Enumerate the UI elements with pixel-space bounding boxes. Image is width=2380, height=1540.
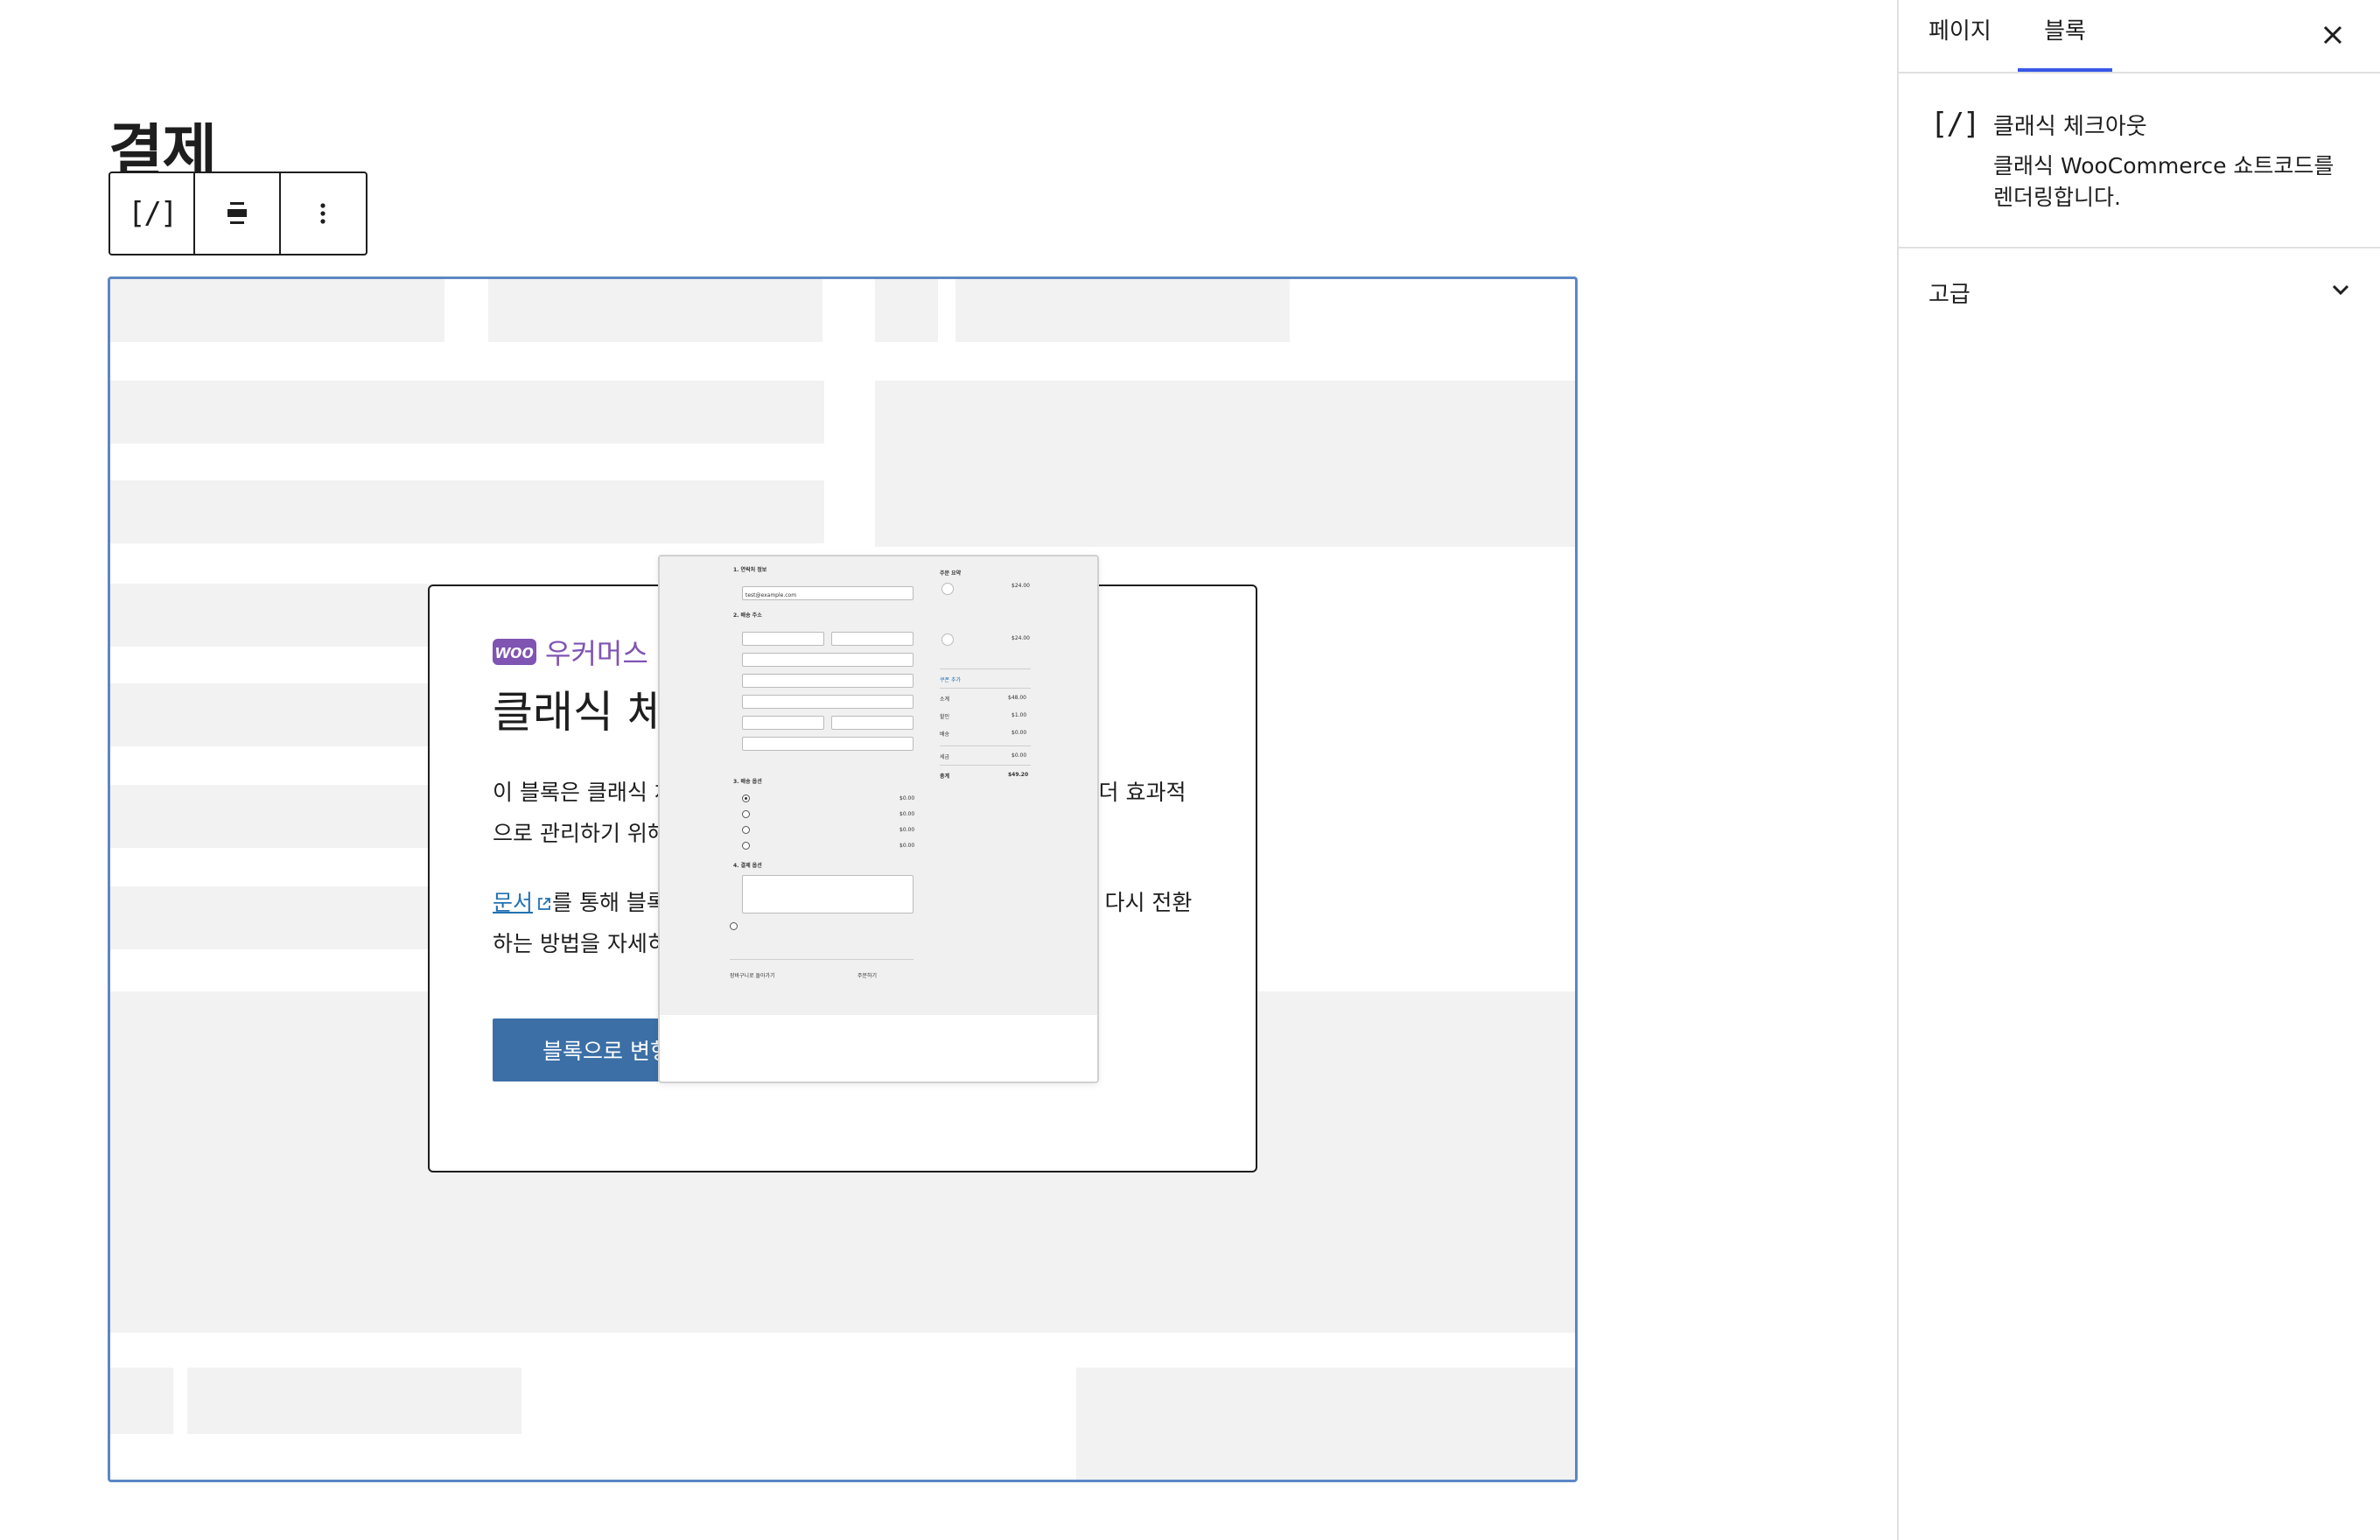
preview-shipping-value: $0.00 bbox=[1012, 730, 1027, 736]
docs-link[interactable]: 문서 bbox=[493, 890, 552, 915]
skeleton-bar bbox=[110, 1368, 173, 1434]
preview-field bbox=[831, 632, 914, 646]
preview-field bbox=[742, 653, 914, 667]
page-title[interactable]: 결제 bbox=[108, 122, 216, 173]
preview-total-label: 총계 bbox=[940, 774, 950, 780]
preview-field bbox=[742, 674, 914, 688]
preview-subtotal-value: $48.00 bbox=[1008, 695, 1026, 701]
preview-section-heading: 1. 연락처 정보 bbox=[733, 567, 767, 573]
preview-radio bbox=[730, 922, 738, 930]
skeleton-bar bbox=[956, 279, 1290, 342]
sidebar-tabs: 페이지 블록 bbox=[1899, 0, 2380, 74]
preview-divider bbox=[940, 688, 1031, 689]
chevron-down-icon bbox=[2332, 284, 2349, 296]
preview-option-price: $0.00 bbox=[900, 827, 915, 833]
preview-payment-box bbox=[742, 875, 914, 914]
preview-radio bbox=[742, 826, 750, 834]
advanced-panel-title: 고급 bbox=[1928, 282, 1970, 308]
preview-email-value: test@example.com bbox=[746, 592, 797, 598]
settings-sidebar: 페이지 블록 [/] 클래식 체크아웃 클래식 WooCommerce 쇼트코드… bbox=[1897, 0, 2380, 1540]
preview-discount-value: $1.00 bbox=[1012, 712, 1027, 718]
preview-section-heading: 4. 결제 옵션 bbox=[733, 863, 762, 869]
preview-total-value: $49.20 bbox=[1008, 772, 1029, 778]
woo-logo: woo bbox=[493, 639, 536, 665]
skeleton-bar bbox=[110, 381, 824, 444]
external-link-icon bbox=[538, 898, 550, 910]
brand-name: 우커머스 bbox=[545, 637, 648, 670]
block-card-title: 클래식 체크아웃 bbox=[1993, 114, 2147, 140]
preview-radio bbox=[742, 842, 750, 850]
preview-back-link: 장바구니로 돌아가기 bbox=[730, 973, 775, 979]
close-sidebar-button[interactable] bbox=[2312, 14, 2354, 56]
active-tab-indicator bbox=[2018, 68, 2112, 72]
preview-item-thumb bbox=[942, 583, 954, 595]
preview-discount-label: 할인 bbox=[940, 714, 950, 720]
preview-field bbox=[742, 632, 824, 646]
placeholder-title: 클래식 체 bbox=[493, 687, 668, 738]
preview-subtotal-label: 소계 bbox=[940, 696, 950, 703]
preview-divider bbox=[940, 765, 1031, 766]
preview-tax-label: 세금 bbox=[940, 754, 950, 760]
preview-divider bbox=[940, 668, 1031, 669]
align-center-icon bbox=[228, 202, 248, 224]
preview-divider bbox=[730, 959, 914, 960]
preview-coupon-link: 쿠폰 추가 bbox=[940, 677, 961, 683]
preview-item-thumb bbox=[942, 634, 954, 646]
preview-radio bbox=[742, 810, 750, 818]
preview-field bbox=[742, 737, 914, 751]
editor-canvas: 결제 [/] woo 우커머스 클래식 체 이 블록은 클래식 더 효과적으로 … bbox=[0, 0, 1897, 1540]
block-toolbar: [/] bbox=[108, 172, 368, 256]
preview-summary-title: 주문 요약 bbox=[940, 570, 962, 577]
docs-link-label: 문서 bbox=[493, 890, 534, 915]
preview-option-price: $0.00 bbox=[900, 795, 915, 802]
more-options-button[interactable] bbox=[281, 173, 366, 254]
skeleton-bar bbox=[488, 279, 822, 342]
skeleton-bar bbox=[875, 279, 938, 342]
preview-place-order: 주문하기 bbox=[858, 973, 878, 979]
block-card-description: 클래식 WooCommerce 쇼트코드를 렌더링합니다. bbox=[1993, 153, 2334, 210]
preview-field bbox=[742, 716, 824, 730]
preview-option-price: $0.00 bbox=[900, 811, 915, 817]
woo-brand: woo 우커머스 bbox=[493, 632, 648, 672]
shortcode-icon: [/] bbox=[1930, 107, 1980, 142]
checkout-preview-popup: 1. 연락처 정보 test@example.com 2. 배송 주소 3. 배… bbox=[658, 555, 1099, 1083]
skeleton-bar bbox=[187, 1368, 522, 1434]
preview-item-price: $24.00 bbox=[1012, 583, 1030, 589]
preview-field bbox=[831, 716, 914, 730]
preview-section-heading: 3. 배송 옵션 bbox=[733, 779, 762, 785]
more-vertical-icon bbox=[320, 203, 326, 224]
preview-item-price: $24.00 bbox=[1012, 635, 1030, 641]
tab-page[interactable]: 페이지 bbox=[1928, 0, 1992, 74]
block-type-button[interactable]: [/] bbox=[110, 173, 196, 254]
preview-radio bbox=[742, 794, 750, 802]
tab-block[interactable]: 블록 bbox=[2018, 0, 2112, 74]
checkout-preview-image: 1. 연락처 정보 test@example.com 2. 배송 주소 3. 배… bbox=[660, 556, 1097, 1015]
skeleton-bar bbox=[1076, 1368, 1575, 1480]
align-button[interactable] bbox=[195, 173, 281, 254]
advanced-panel-toggle[interactable]: 고급 bbox=[1899, 250, 2380, 331]
skeleton-bar bbox=[110, 480, 824, 543]
preview-option-price: $0.00 bbox=[900, 843, 915, 849]
skeleton-bar bbox=[875, 381, 1575, 547]
skeleton-bar bbox=[110, 279, 444, 342]
preview-shipping-label: 배송 bbox=[940, 732, 950, 738]
close-icon bbox=[2323, 25, 2342, 45]
block-card: [/] 클래식 체크아웃 클래식 WooCommerce 쇼트코드를 렌더링합니… bbox=[1899, 74, 2380, 248]
preview-field bbox=[742, 695, 914, 709]
preview-section-heading: 2. 배송 주소 bbox=[733, 612, 762, 619]
preview-tax-value: $0.00 bbox=[1012, 752, 1027, 759]
shortcode-icon: [/] bbox=[127, 196, 178, 231]
